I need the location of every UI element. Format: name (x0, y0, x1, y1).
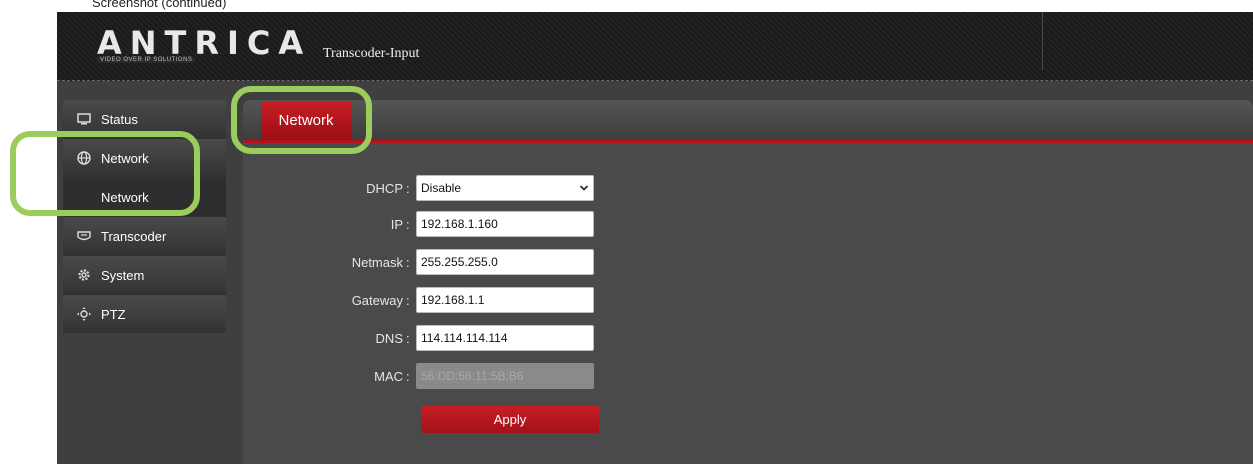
gear-icon (75, 268, 93, 282)
dns-input[interactable] (416, 325, 594, 351)
apply-button[interactable]: Apply (421, 406, 599, 433)
sidebar: Status Network Network Transcoder System (63, 100, 226, 333)
chevron-down-icon (579, 181, 589, 195)
gateway-row: Gateway : (243, 286, 594, 314)
label-colon: : (406, 180, 410, 196)
netmask-label: Netmask (351, 254, 403, 270)
label-colon: : (406, 216, 410, 232)
sidebar-item-status[interactable]: Status (63, 100, 226, 138)
label-colon: : (406, 292, 410, 308)
globe-icon (75, 151, 93, 165)
sidebar-item-label: PTZ (101, 306, 126, 322)
partial-caption-text: Screenshot (continued) (92, 0, 227, 10)
sidebar-item-label: Status (101, 111, 138, 127)
netmask-row: Netmask : (243, 248, 594, 276)
tab-network[interactable]: Network (261, 101, 351, 140)
label-colon: : (406, 368, 410, 384)
dhcp-select[interactable]: Disable (416, 175, 594, 201)
header-bar: ANTRICA VIDEO OVER IP SOLUTIONS Transcod… (57, 12, 1253, 81)
label-colon: : (406, 330, 410, 346)
sidebar-item-ptz[interactable]: PTZ (63, 295, 226, 333)
ip-row: IP : (243, 210, 594, 238)
dhcp-row: DHCP : Disable (243, 174, 594, 202)
mac-label: MAC (374, 368, 403, 384)
device-web-ui: ANTRICA VIDEO OVER IP SOLUTIONS Transcod… (57, 12, 1253, 464)
dns-label: DNS (375, 330, 403, 346)
sidebar-item-system[interactable]: System (63, 256, 226, 294)
sidebar-item-label: Network (101, 150, 149, 166)
header-divider (1042, 12, 1043, 70)
dhcp-label: DHCP (366, 180, 403, 196)
sidebar-item-label: Transcoder (101, 228, 167, 244)
device-title: Transcoder-Input (323, 46, 420, 61)
logo-tagline: VIDEO OVER IP SOLUTIONS (97, 57, 196, 63)
ip-label: IP (390, 216, 403, 232)
netmask-input[interactable] (416, 249, 594, 275)
dns-row: DNS : (243, 324, 594, 352)
dhcp-selected-value: Disable (421, 181, 462, 195)
label-colon: : (406, 254, 410, 270)
transcoder-icon (75, 230, 93, 242)
tab-bar: Network (243, 100, 1253, 143)
gateway-input[interactable] (416, 287, 594, 313)
content-panel: Network DHCP : Disable IP : Netmask : Ga… (243, 100, 1253, 464)
sidebar-item-network[interactable]: Network (63, 139, 226, 177)
sidebar-item-label: Network (101, 189, 149, 205)
mac-row: MAC : (243, 362, 594, 390)
gateway-label: Gateway (351, 292, 403, 308)
ip-input[interactable] (416, 211, 594, 237)
sidebar-item-transcoder[interactable]: Transcoder (63, 217, 226, 255)
sidebar-subitem-network[interactable]: Network (63, 178, 226, 216)
monitor-icon (75, 113, 93, 125)
ptz-icon (75, 306, 93, 322)
sidebar-item-label: System (101, 267, 145, 283)
mac-input (416, 363, 594, 389)
